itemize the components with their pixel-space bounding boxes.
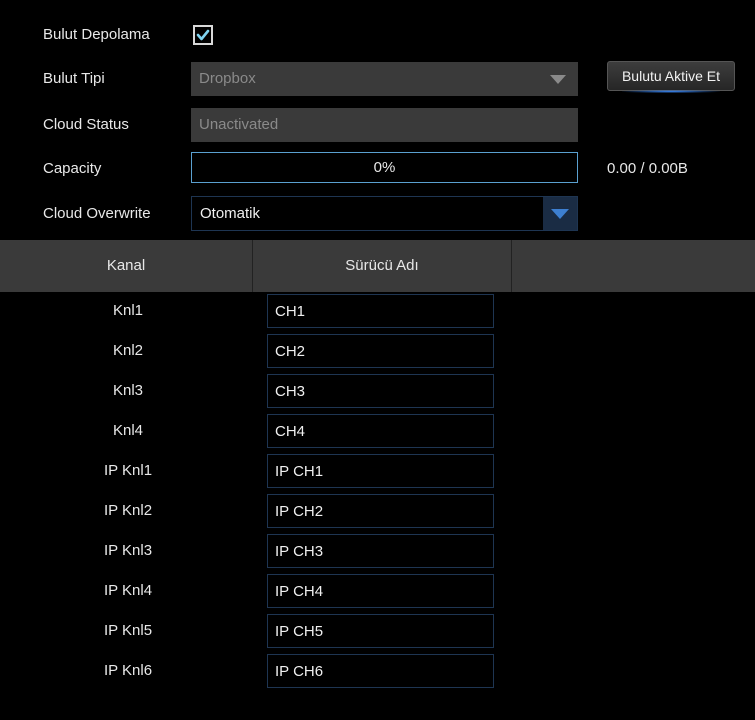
cloud-type-value: Dropbox — [199, 70, 256, 87]
capacity-percent: 0% — [373, 159, 396, 176]
cloud-overwrite-value: Otomatik — [200, 205, 261, 222]
cloud-storage-checkbox[interactable] — [193, 25, 213, 45]
cloud-status-value: Unactivated — [199, 116, 279, 133]
drive-name-input[interactable]: IP CH6 — [267, 654, 494, 688]
cloud-storage-label: Bulut Depolama — [43, 26, 150, 43]
capacity-progress-bar: 0% — [191, 152, 578, 183]
table-header: Kanal Sürücü Adı — [0, 240, 755, 292]
cloud-overwrite-select[interactable]: Otomatik — [191, 196, 578, 231]
cloud-overwrite-label: Cloud Overwrite — [43, 205, 151, 222]
row-channel-label: IP Knl6 — [103, 662, 153, 679]
drive-name-input[interactable]: IP CH2 — [267, 494, 494, 528]
dropdown-arrow-icon[interactable] — [543, 197, 577, 230]
column-header-channel: Kanal — [106, 257, 146, 274]
row-channel-label: Knl3 — [112, 382, 144, 399]
drive-name-input[interactable]: IP CH4 — [267, 574, 494, 608]
drive-name-input[interactable]: CH1 — [267, 294, 494, 328]
row-channel-label: IP Knl3 — [103, 542, 153, 559]
capacity-value: 0.00 / 0.00B — [607, 160, 688, 177]
cloud-type-label: Bulut Tipi — [43, 70, 105, 87]
drive-name-input[interactable]: IP CH1 — [267, 454, 494, 488]
drive-name-input[interactable]: CH4 — [267, 414, 494, 448]
row-channel-label: Knl4 — [112, 422, 144, 439]
drive-name-input[interactable]: CH3 — [267, 374, 494, 408]
cloud-status-field: Unactivated — [191, 108, 578, 142]
drive-name-input[interactable]: CH2 — [267, 334, 494, 368]
check-icon — [196, 29, 210, 41]
row-channel-label: IP Knl1 — [103, 462, 153, 479]
row-channel-label: IP Knl4 — [103, 582, 153, 599]
row-channel-label: Knl1 — [112, 302, 144, 319]
row-channel-label: IP Knl2 — [103, 502, 153, 519]
column-header-drive-name: Sürücü Adı — [345, 257, 419, 274]
activate-cloud-button[interactable]: Bulutu Aktive Et — [607, 61, 735, 93]
row-channel-label: IP Knl5 — [103, 622, 153, 639]
cloud-status-label: Cloud Status — [43, 116, 129, 133]
drive-name-input[interactable]: IP CH5 — [267, 614, 494, 648]
capacity-label: Capacity — [43, 160, 102, 177]
triangle-down-icon — [550, 75, 566, 84]
cloud-type-select[interactable]: Dropbox — [191, 62, 578, 96]
drive-name-input[interactable]: IP CH3 — [267, 534, 494, 568]
row-channel-label: Knl2 — [112, 342, 144, 359]
column-header-empty — [512, 240, 755, 292]
